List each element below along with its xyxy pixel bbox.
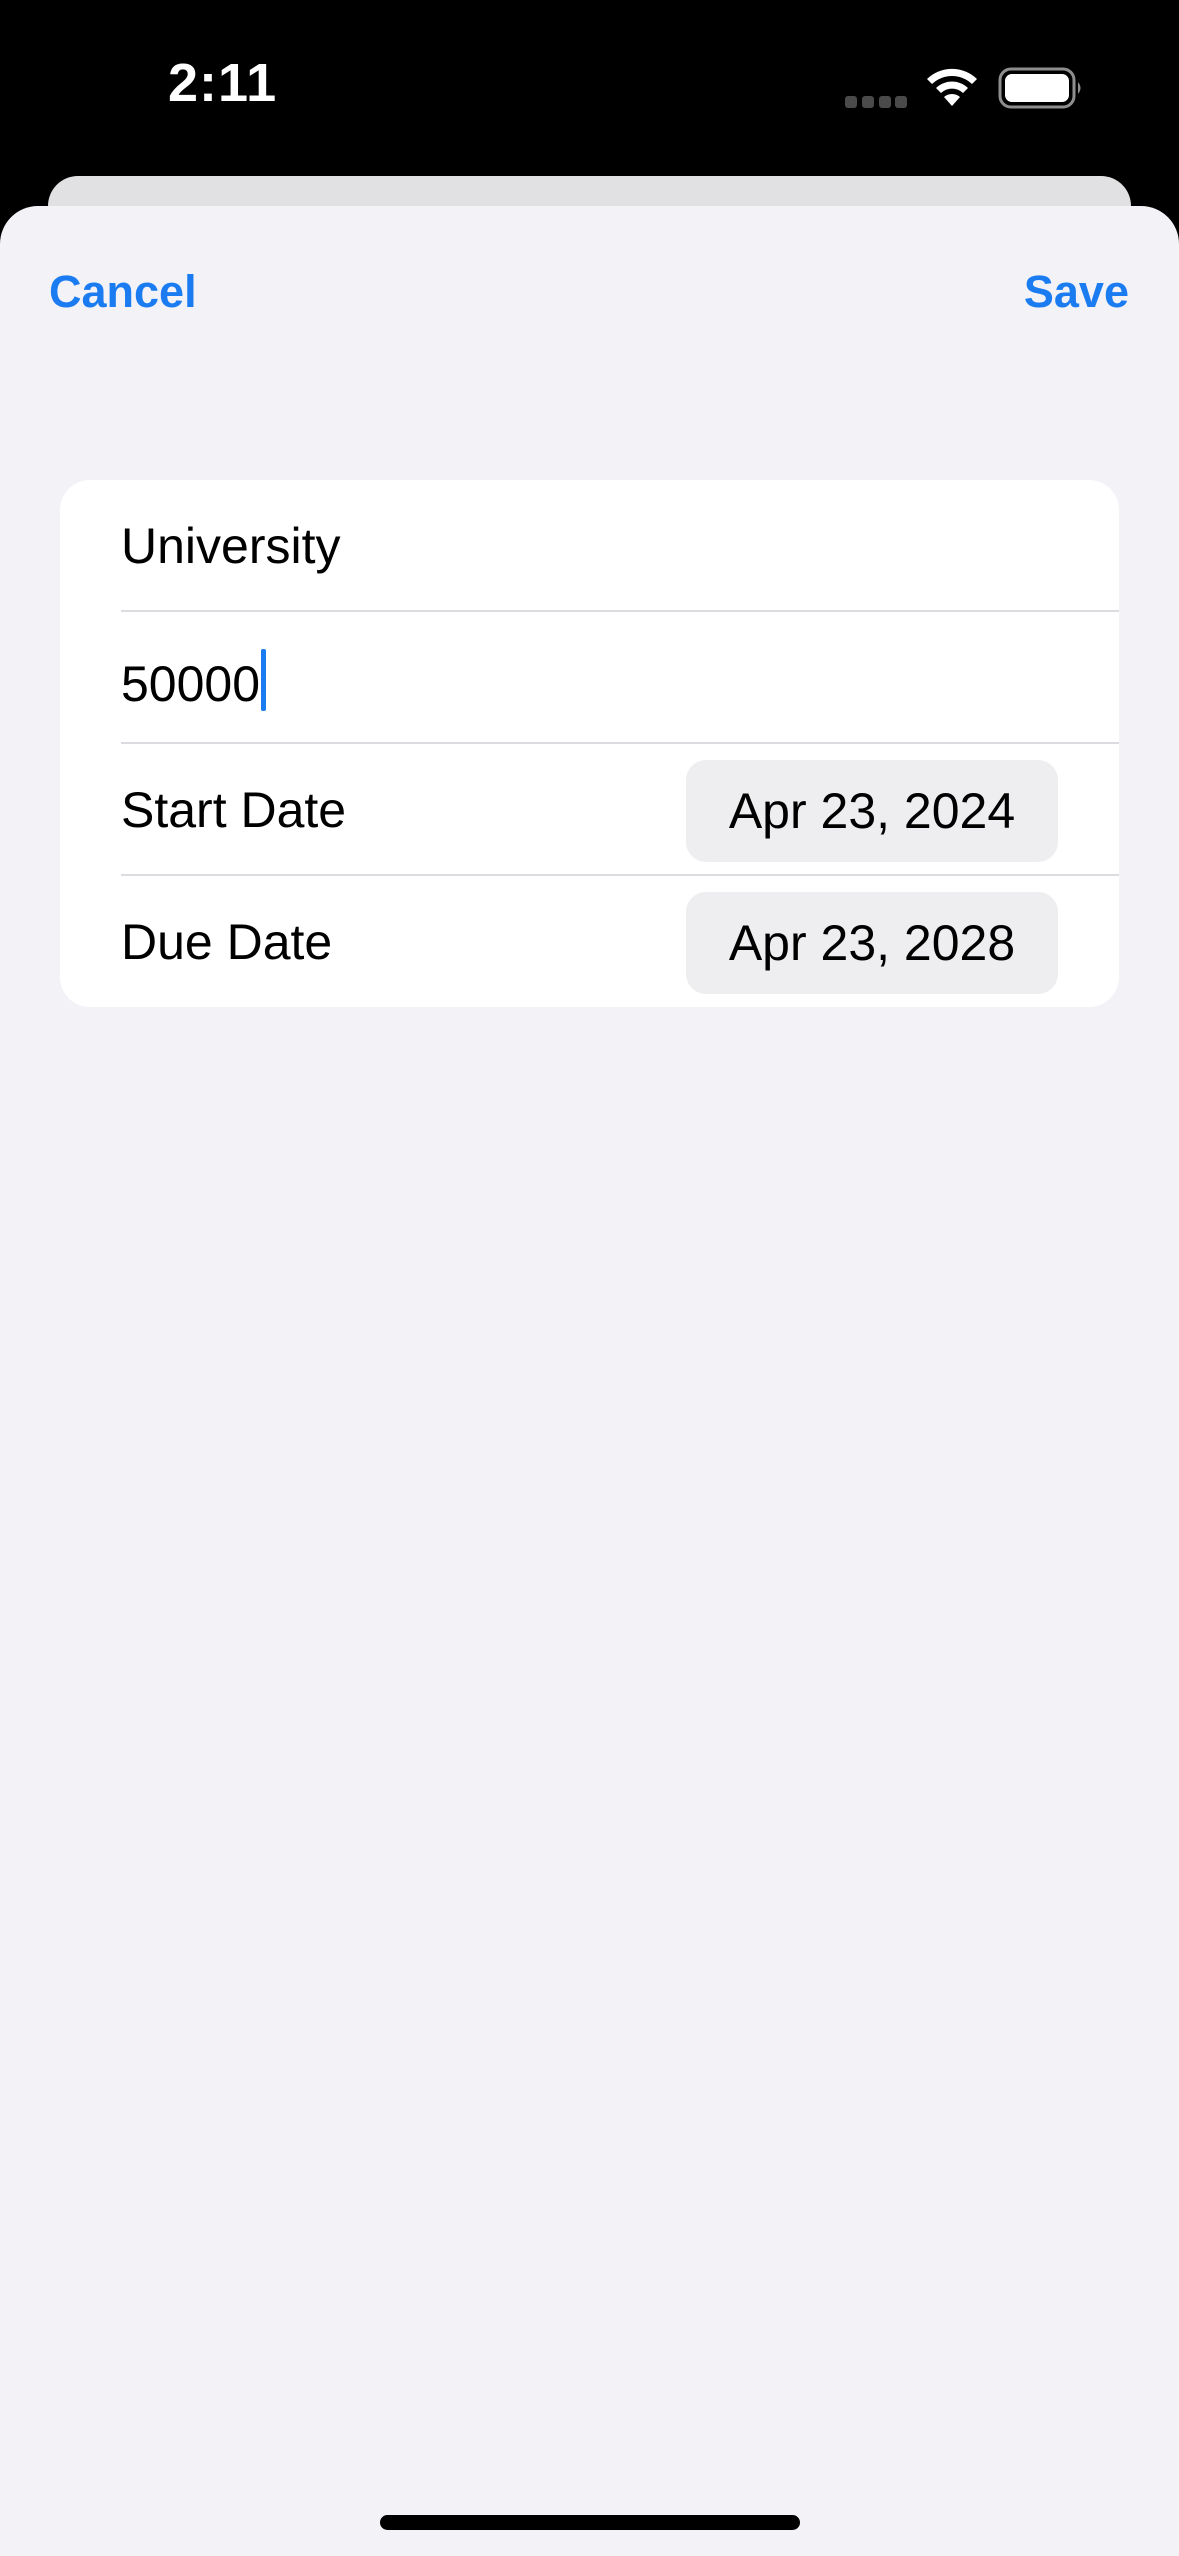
status-time: 2:11 — [168, 53, 278, 113]
name-field[interactable]: University — [121, 517, 340, 575]
app-screen: 2:11 Cancel Save University 50000 Start … — [0, 0, 1179, 2556]
home-indicator[interactable] — [380, 2515, 800, 2530]
text-cursor — [261, 649, 267, 711]
amount-value: 50000 — [121, 656, 261, 712]
edit-sheet: Cancel Save University 50000 Start Date … — [0, 206, 1179, 2556]
amount-field[interactable]: 50000 — [121, 649, 267, 713]
start-date-row: Start Date Apr 23, 2024 — [60, 744, 1119, 876]
amount-row[interactable]: 50000 — [60, 612, 1119, 744]
name-row[interactable]: University — [60, 480, 1119, 612]
cancel-button[interactable]: Cancel — [49, 266, 197, 318]
signal-icon — [845, 96, 907, 108]
status-bar: 2:11 — [0, 0, 1179, 175]
due-date-label: Due Date — [121, 914, 333, 970]
due-date-picker[interactable]: Apr 23, 2028 — [686, 892, 1058, 994]
wifi-icon — [927, 68, 977, 106]
form-card: University 50000 Start Date Apr 23, 2024… — [60, 480, 1119, 1007]
start-date-label: Start Date — [121, 782, 347, 838]
due-date-row: Due Date Apr 23, 2028 — [60, 876, 1119, 1007]
start-date-picker[interactable]: Apr 23, 2024 — [686, 760, 1058, 862]
save-button[interactable]: Save — [1024, 266, 1129, 318]
battery-icon — [998, 67, 1081, 109]
